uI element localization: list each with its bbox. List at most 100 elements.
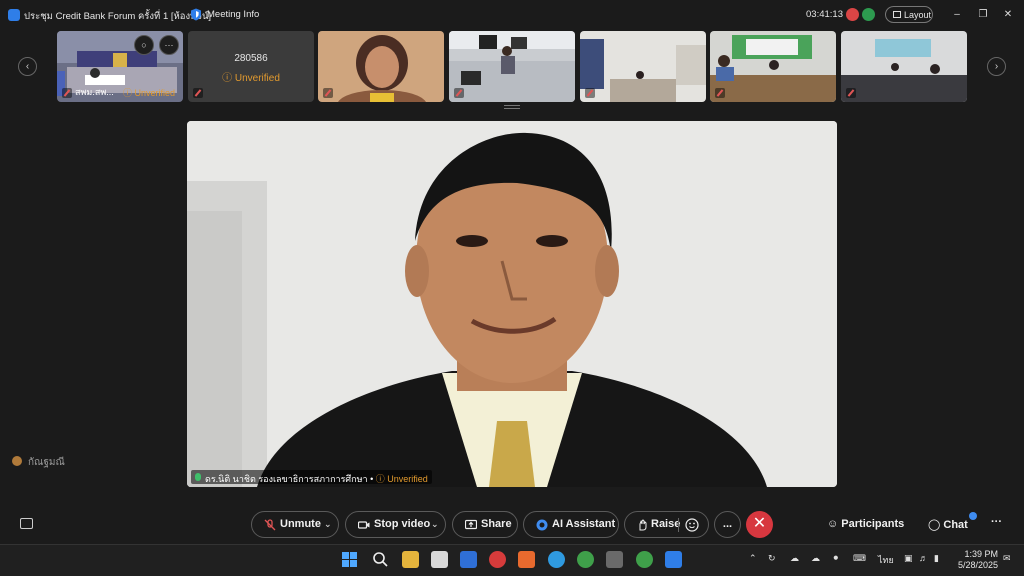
xampp-icon[interactable] bbox=[518, 551, 535, 568]
chevron-down-icon[interactable]: ⌄ bbox=[324, 512, 332, 537]
unmute-button[interactable]: Unmute ⌄ bbox=[251, 511, 339, 538]
muted-icon bbox=[846, 88, 856, 98]
side-participant[interactable]: กัณฐมณี bbox=[12, 455, 65, 470]
participant-name: สพม.สพ... bbox=[75, 87, 114, 97]
participant-video bbox=[318, 31, 444, 102]
windows-start-icon[interactable] bbox=[341, 551, 358, 568]
participant-thumbnail[interactable] bbox=[841, 31, 967, 102]
participant-thumbnail[interactable]: ○ ··· สพม.สพ... ⓘ Unverified bbox=[57, 31, 183, 102]
title-bar: ประชุม Credit Bank Forum ครั้งที่ 1 [ห้อ… bbox=[0, 0, 1024, 30]
chat-icon: ◯ bbox=[928, 519, 941, 531]
meeting-timer: 03:41:13 bbox=[806, 9, 843, 20]
more-options-icon[interactable]: ··· bbox=[159, 35, 179, 55]
ai-assistant-icon bbox=[536, 519, 548, 531]
participant-thumbnail[interactable]: 280586 ⓘ Unverified bbox=[188, 31, 314, 102]
thumbnails-next-icon[interactable]: › bbox=[987, 57, 1006, 76]
raise-label: Raise bbox=[651, 518, 681, 530]
meeting-info-button[interactable]: Meeting Info bbox=[207, 9, 259, 20]
notepad-icon[interactable] bbox=[431, 551, 448, 568]
participants-button[interactable]: ☺ Participants bbox=[827, 518, 904, 530]
participant-avatar bbox=[12, 456, 22, 466]
mic-muted-icon bbox=[264, 519, 276, 531]
webex-logo-icon bbox=[8, 9, 20, 21]
minimize-icon[interactable]: – bbox=[951, 9, 963, 20]
layout-button[interactable]: Layout bbox=[885, 6, 933, 23]
share-label: Share bbox=[481, 518, 512, 530]
pin-icon[interactable]: ○ bbox=[134, 35, 154, 55]
muted-icon bbox=[193, 88, 203, 98]
speaker-name-tag: ดร.นิติ นาชิต รองเลขาธิการสภาการศึกษา • … bbox=[191, 470, 432, 484]
thumbnails-prev-icon[interactable]: ‹ bbox=[18, 57, 37, 76]
participant-video bbox=[710, 31, 836, 102]
reactions-icon[interactable] bbox=[685, 518, 699, 532]
participant-thumbnail[interactable] bbox=[449, 31, 575, 102]
status-indicator-icon[interactable] bbox=[862, 8, 875, 21]
file-explorer-icon[interactable] bbox=[402, 551, 419, 568]
chat-label: Chat bbox=[943, 519, 968, 531]
chrome-icon[interactable] bbox=[577, 551, 594, 568]
clock-time: 1:39 PM bbox=[964, 549, 998, 559]
muted-icon bbox=[454, 88, 464, 98]
layout-label: Layout bbox=[904, 10, 932, 20]
sync-icon[interactable]: ↻ bbox=[768, 553, 776, 564]
volume-icon[interactable]: ♬ bbox=[919, 553, 928, 563]
share-button[interactable]: Share bbox=[452, 511, 518, 538]
participants-label: Participants bbox=[841, 518, 905, 530]
keyboard-icon[interactable]: ⌨ bbox=[853, 553, 866, 564]
close-icon[interactable]: ✕ bbox=[1002, 9, 1014, 20]
mic-tray-icon[interactable]: ⚫ bbox=[832, 553, 840, 564]
chat-button[interactable]: ◯ Chat bbox=[928, 518, 968, 531]
participant-video bbox=[841, 31, 967, 102]
notifications-icon[interactable]: ✉ bbox=[1003, 553, 1011, 564]
media-player-icon[interactable] bbox=[489, 551, 506, 568]
participant-thumbnail[interactable] bbox=[710, 31, 836, 102]
speaker-unverified-label: ⓘ Unverified bbox=[375, 474, 428, 484]
end-call-button[interactable]: ✕ bbox=[746, 511, 773, 538]
stop-video-button[interactable]: Stop video ⌄ bbox=[345, 511, 446, 538]
strip-resize-handle[interactable] bbox=[504, 105, 520, 109]
recording-indicator-icon[interactable] bbox=[846, 8, 859, 21]
search-icon[interactable] bbox=[372, 551, 389, 568]
raise-hand-button[interactable]: Raise bbox=[624, 511, 709, 538]
ellipsis-icon: ... bbox=[722, 518, 733, 530]
ai-assistant-button[interactable]: AI Assistant bbox=[523, 511, 619, 538]
meeting-title: ประชุม Credit Bank Forum ครั้งที่ 1 [ห้อ… bbox=[24, 11, 212, 22]
unverified-label: ⓘ Unverified bbox=[222, 73, 280, 84]
participant-video bbox=[580, 31, 706, 102]
stop-video-label: Stop video bbox=[374, 518, 431, 530]
cloud-icon[interactable]: ☁ bbox=[811, 553, 820, 564]
unverified-label: ⓘ Unverified bbox=[123, 88, 176, 98]
more-menu-button[interactable]: ··· bbox=[991, 516, 1002, 528]
chrome-profile-icon[interactable] bbox=[636, 551, 653, 568]
muted-icon bbox=[62, 88, 72, 98]
mic-active-icon bbox=[195, 473, 201, 481]
muted-icon bbox=[715, 88, 725, 98]
divider bbox=[678, 518, 679, 532]
windows-taskbar bbox=[0, 544, 1024, 576]
weather-icon[interactable]: ☁ bbox=[790, 553, 799, 564]
app-window-icon[interactable] bbox=[606, 551, 623, 568]
tray-overflow-icon[interactable]: ⌃ bbox=[749, 553, 757, 564]
active-speaker-video[interactable]: ดร.นิติ นาชิต รองเลขาธิการสภาการศึกษา • … bbox=[187, 121, 837, 487]
language-indicator[interactable]: ไทย bbox=[878, 553, 894, 567]
restore-icon[interactable]: ❐ bbox=[977, 9, 989, 20]
ai-assistant-label: AI Assistant bbox=[552, 518, 616, 530]
hand-icon bbox=[639, 519, 647, 531]
participant-thumbnail[interactable] bbox=[318, 31, 444, 102]
chat-notification-badge bbox=[969, 512, 977, 520]
participants-icon: ☺ bbox=[827, 518, 839, 530]
webex-taskbar-icon[interactable] bbox=[665, 551, 682, 568]
taskbar-clock[interactable]: 1:39 PM 5/28/2025 bbox=[948, 549, 998, 571]
battery-icon[interactable]: ▮ bbox=[934, 553, 939, 564]
captions-icon[interactable] bbox=[20, 518, 33, 529]
participant-thumbnail[interactable] bbox=[580, 31, 706, 102]
more-options-button[interactable]: ... bbox=[714, 511, 741, 538]
display-icon[interactable]: ▣ bbox=[904, 553, 913, 564]
shield-icon[interactable] bbox=[190, 8, 202, 21]
muted-icon bbox=[585, 88, 595, 98]
chevron-down-icon[interactable]: ⌄ bbox=[431, 512, 439, 537]
edge-icon[interactable] bbox=[548, 551, 565, 568]
layout-icon bbox=[893, 11, 901, 18]
clock-date: 5/28/2025 bbox=[957, 560, 998, 570]
docs-icon[interactable] bbox=[460, 551, 477, 568]
